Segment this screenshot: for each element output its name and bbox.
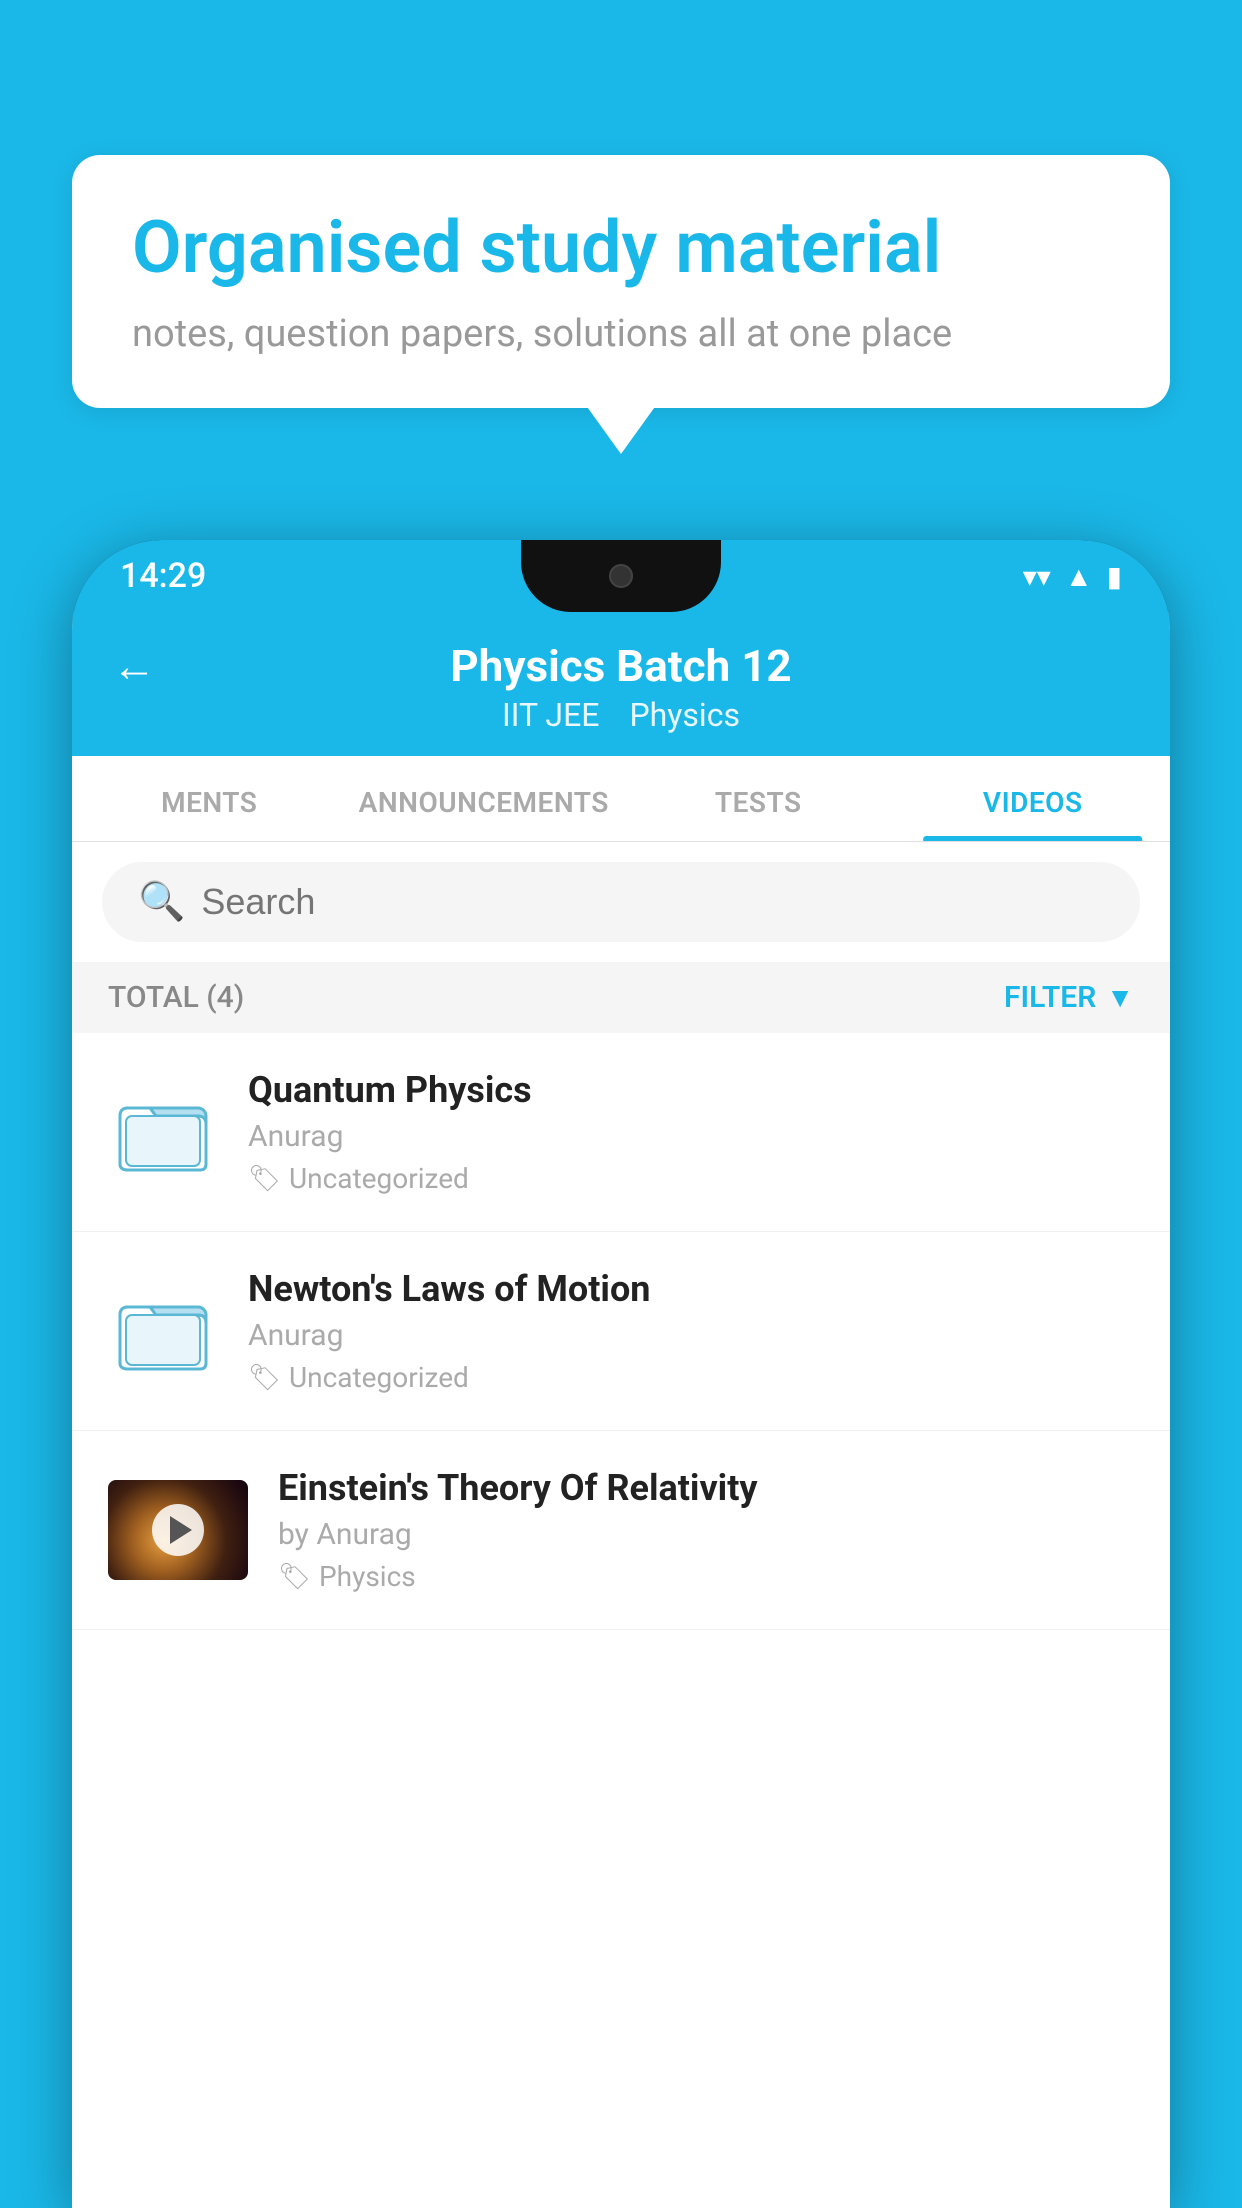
video-tag: 🏷 Uncategorized <box>248 1361 1134 1394</box>
filter-icon: ▼ <box>1106 981 1134 1014</box>
play-triangle-icon <box>170 1516 192 1544</box>
video-tag: 🏷 Physics <box>278 1560 1134 1593</box>
video-list: Quantum Physics Anurag 🏷 Uncategorized <box>72 1033 1170 2208</box>
play-button[interactable] <box>152 1504 204 1556</box>
total-count: TOTAL (4) <box>108 980 244 1015</box>
app-header: ← Physics Batch 12 IIT JEE Physics <box>72 612 1170 756</box>
filter-bar: TOTAL (4) FILTER ▼ <box>72 962 1170 1033</box>
filter-label: FILTER <box>1004 980 1096 1015</box>
list-item[interactable]: Newton's Laws of Motion Anurag 🏷 Uncateg… <box>72 1232 1170 1431</box>
folder-icon <box>118 1289 208 1374</box>
filter-button[interactable]: FILTER ▼ <box>1004 980 1134 1015</box>
battery-icon: ▮ <box>1107 560 1122 593</box>
speech-bubble-heading: Organised study material <box>132 207 1110 290</box>
speech-bubble-subtext: notes, question papers, solutions all at… <box>132 312 1110 356</box>
folder-icon-wrap <box>108 1281 218 1381</box>
phone-frame: 14:29 ▾▾ ▲ ▮ ← Physics Batch 12 IIT JEE … <box>72 540 1170 2208</box>
notch-camera <box>609 564 633 588</box>
folder-icon-wrap <box>108 1082 218 1182</box>
tag-icon: 🏷 <box>248 1363 281 1393</box>
folder-icon <box>118 1090 208 1175</box>
status-time: 14:29 <box>120 556 206 596</box>
tab-announcements[interactable]: ANNOUNCEMENTS <box>347 756 622 841</box>
subtitle-iitjee: IIT JEE <box>502 696 599 734</box>
search-icon: 🔍 <box>138 880 185 924</box>
speech-bubble: Organised study material notes, question… <box>72 155 1170 408</box>
video-title: Quantum Physics <box>248 1069 1134 1111</box>
tab-videos[interactable]: VIDEOS <box>896 756 1171 841</box>
video-info: Einstein's Theory Of Relativity by Anura… <box>278 1467 1134 1593</box>
search-bar[interactable]: 🔍 <box>102 862 1140 942</box>
list-item[interactable]: Einstein's Theory Of Relativity by Anura… <box>72 1431 1170 1630</box>
subtitle-physics: Physics <box>629 696 740 734</box>
phone-inner: ← Physics Batch 12 IIT JEE Physics MENTS… <box>72 612 1170 2208</box>
tab-ments[interactable]: MENTS <box>72 756 347 841</box>
tag-label: Uncategorized <box>289 1162 469 1195</box>
search-container: 🔍 <box>72 842 1170 962</box>
video-info: Newton's Laws of Motion Anurag 🏷 Uncateg… <box>248 1268 1134 1394</box>
video-tag: 🏷 Uncategorized <box>248 1162 1134 1195</box>
video-info: Quantum Physics Anurag 🏷 Uncategorized <box>248 1069 1134 1195</box>
video-author: Anurag <box>248 1119 1134 1154</box>
back-button[interactable]: ← <box>112 640 156 692</box>
content-area: 🔍 TOTAL (4) FILTER ▼ <box>72 842 1170 2208</box>
video-thumbnail <box>108 1480 248 1580</box>
tag-icon: 🏷 <box>278 1562 311 1592</box>
tabs-bar: MENTS ANNOUNCEMENTS TESTS VIDEOS <box>72 756 1170 842</box>
header-title: Physics Batch 12 <box>450 640 791 692</box>
tag-label: Physics <box>319 1560 416 1593</box>
tag-label: Uncategorized <box>289 1361 469 1394</box>
status-bar: 14:29 ▾▾ ▲ ▮ <box>72 540 1170 612</box>
status-icons: ▾▾ ▲ ▮ <box>1023 560 1122 593</box>
wifi-icon: ▾▾ <box>1023 560 1051 593</box>
video-title: Newton's Laws of Motion <box>248 1268 1134 1310</box>
header-subtitle: IIT JEE Physics <box>502 696 740 734</box>
tab-tests[interactable]: TESTS <box>621 756 896 841</box>
video-author: by Anurag <box>278 1517 1134 1552</box>
notch <box>521 540 721 612</box>
search-input[interactable] <box>201 881 1104 923</box>
signal-icon: ▲ <box>1065 560 1093 593</box>
tag-icon: 🏷 <box>248 1164 281 1194</box>
list-item[interactable]: Quantum Physics Anurag 🏷 Uncategorized <box>72 1033 1170 1232</box>
video-title: Einstein's Theory Of Relativity <box>278 1467 1134 1509</box>
video-author: Anurag <box>248 1318 1134 1353</box>
